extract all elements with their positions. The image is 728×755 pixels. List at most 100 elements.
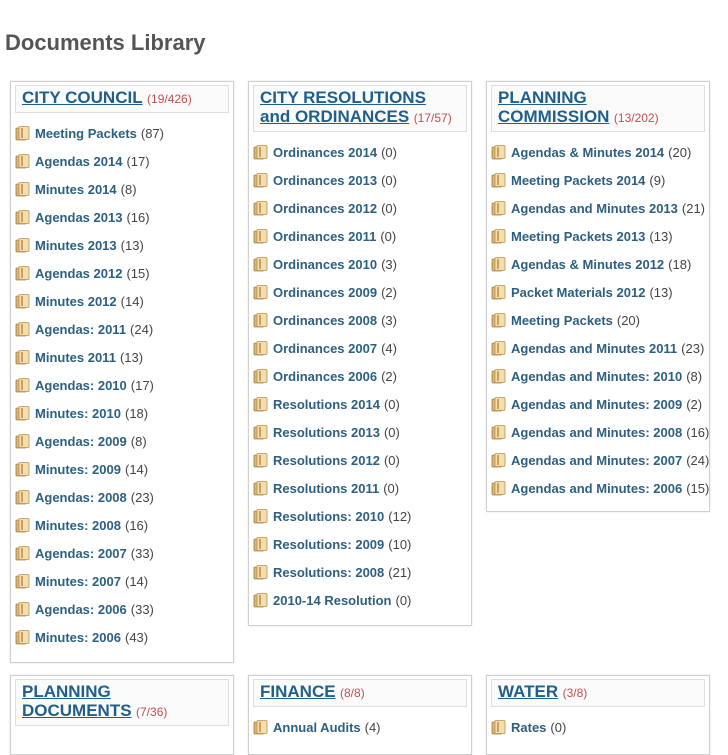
folder-item-link[interactable]: Resolutions: 2009 [273,537,384,552]
folder-item-link[interactable]: Agendas: 2010 [35,378,127,393]
folder-item-link[interactable]: 2010-14 Resolution [273,593,392,608]
folder-item-link[interactable]: Minutes: 2010 [35,406,121,421]
folder-item-link[interactable]: Ordinances 2011 [273,229,376,244]
folder-item-link[interactable]: Agendas and Minutes: 2010 [511,369,682,384]
folder-item-link[interactable]: Agendas: 2007 [35,546,127,561]
folder-item-link[interactable]: Minutes 2014 [35,182,117,197]
folder-item-link[interactable]: Ordinances 2014 [273,145,377,160]
folder-item[interactable]: Agendas and Minutes: 2009 (2) [491,390,705,418]
folder-item[interactable]: Agendas and Minutes: 2008 (16) [491,418,709,446]
panel-title-link[interactable]: PLANNING DOCUMENTS [22,682,132,720]
folder-item[interactable]: Minutes: 2010 (18) [15,399,229,427]
folder-item[interactable]: Rates (0) [491,713,705,741]
folder-item[interactable]: Agendas & Minutes 2012 (18) [491,250,705,278]
folder-item-link[interactable]: Resolutions: 2010 [273,509,384,524]
folder-item[interactable]: Packet Materials 2012 (13) [491,278,705,306]
folder-item-link[interactable]: Rates [511,720,546,735]
folder-item-link[interactable]: Minutes 2011 [35,350,116,365]
panel-title-link[interactable]: FINANCE [260,682,336,701]
folder-item[interactable]: Agendas 2014 (17) [15,147,229,175]
folder-item[interactable]: Agendas and Minutes 2011 (23) [491,334,705,362]
panel-title-link[interactable]: CITY RESOLUTIONS and ORDINANCES [260,88,426,126]
folder-item[interactable]: Minutes: 2008 (16) [15,511,229,539]
folder-item[interactable]: Ordinances 2013 (0) [253,166,467,194]
folder-item-link[interactable]: Agendas and Minutes 2013 [511,201,678,216]
folder-item[interactable]: Ordinances 2006 (2) [253,362,467,390]
folder-item-link[interactable]: Agendas and Minutes: 2008 [511,425,682,440]
folder-item-link[interactable]: Minutes: 2009 [35,462,121,477]
folder-item-link[interactable]: Minutes: 2006 [35,630,121,645]
folder-item-link[interactable]: Meeting Packets [35,126,137,141]
folder-item-link[interactable]: Minutes: 2007 [35,574,121,589]
folder-item[interactable]: 2010-14 Resolution (0) [253,586,467,614]
folder-item[interactable]: Minutes: 2007 (14) [15,567,229,595]
folder-item[interactable]: Agendas and Minutes 2013 (21) [491,194,705,222]
folder-item-link[interactable]: Agendas: 2011 [35,322,126,337]
folder-item-link[interactable]: Resolutions 2013 [273,425,380,440]
folder-item[interactable]: Meeting Packets 2013 (13) [491,222,705,250]
folder-item-link[interactable]: Resolutions: 2008 [273,565,384,580]
folder-item[interactable]: Agendas: 2009 (8) [15,427,229,455]
folder-item-link[interactable]: Agendas and Minutes: 2007 [511,453,682,468]
folder-item-link[interactable]: Ordinances 2007 [273,341,377,356]
folder-item[interactable]: Resolutions: 2010 (12) [253,502,467,530]
folder-item[interactable]: Agendas & Minutes 2014 (20) [491,138,705,166]
folder-item[interactable]: Ordinances 2008 (3) [253,306,467,334]
folder-item-link[interactable]: Agendas 2013 [35,210,122,225]
folder-item[interactable]: Agendas: 2010 (17) [15,371,229,399]
folder-item[interactable]: Agendas and Minutes: 2007 (24) [491,446,709,474]
folder-item-link[interactable]: Resolutions 2011 [273,481,379,496]
folder-item[interactable]: Ordinances 2007 (4) [253,334,467,362]
folder-item[interactable]: Ordinances 2012 (0) [253,194,467,222]
folder-item-link[interactable]: Meeting Packets [511,313,613,328]
folder-item[interactable]: Minutes: 2009 (14) [15,455,229,483]
folder-item-link[interactable]: Agendas and Minutes 2011 [511,341,677,356]
folder-item-link[interactable]: Packet Materials 2012 [511,285,645,300]
panel-title-link[interactable]: CITY COUNCIL [22,88,143,107]
folder-item[interactable]: Agendas: 2007 (33) [15,539,229,567]
folder-item-link[interactable]: Resolutions 2014 [273,397,380,412]
folder-item-link[interactable]: Resolutions 2012 [273,453,380,468]
folder-item-link[interactable]: Ordinances 2010 [273,257,377,272]
folder-item-link[interactable]: Agendas & Minutes 2014 [511,145,664,160]
folder-item[interactable]: Ordinances 2010 (3) [253,250,467,278]
folder-item-link[interactable]: Agendas & Minutes 2012 [511,257,664,272]
folder-item[interactable]: Resolutions 2011 (0) [253,474,467,502]
folder-item-link[interactable]: Agendas: 2009 [35,434,127,449]
folder-item[interactable]: Agendas 2013 (16) [15,203,229,231]
folder-item[interactable]: Resolutions: 2008 (21) [253,558,467,586]
folder-item-link[interactable]: Agendas and Minutes: 2006 [511,481,682,496]
folder-item[interactable]: Resolutions 2013 (0) [253,418,467,446]
folder-item[interactable]: Agendas and Minutes: 2006 (15) [491,474,709,502]
folder-item[interactable]: Minutes 2011 (13) [15,343,229,371]
folder-item-link[interactable]: Ordinances 2009 [273,285,377,300]
folder-item-link[interactable]: Agendas: 2006 [35,602,127,617]
panel-title-link[interactable]: PLANNING COMMISSION [498,88,609,126]
folder-item[interactable]: Minutes: 2006 (43) [15,623,229,651]
folder-item-link[interactable]: Meeting Packets 2014 [511,173,645,188]
folder-item[interactable]: Annual Audits (4) [253,713,467,741]
folder-item-link[interactable]: Agendas 2012 [35,266,122,281]
folder-item-link[interactable]: Ordinances 2008 [273,313,377,328]
folder-item-link[interactable]: Agendas 2014 [35,154,122,169]
folder-item-link[interactable]: Ordinances 2012 [273,201,377,216]
folder-item[interactable]: Ordinances 2009 (2) [253,278,467,306]
folder-item[interactable]: Resolutions: 2009 (10) [253,530,467,558]
folder-item[interactable]: Minutes 2014 (8) [15,175,229,203]
folder-item[interactable]: Minutes 2013 (13) [15,231,229,259]
folder-item[interactable]: Agendas and Minutes: 2010 (8) [491,362,705,390]
folder-item[interactable]: Meeting Packets (20) [491,306,705,334]
folder-item[interactable]: Agendas: 2008 (23) [15,483,229,511]
folder-item-link[interactable]: Minutes: 2008 [35,518,121,533]
folder-item[interactable]: Ordinances 2014 (0) [253,138,467,166]
folder-item[interactable]: Ordinances 2011 (0) [253,222,467,250]
folder-item[interactable]: Meeting Packets (87) [15,119,229,147]
folder-item-link[interactable]: Minutes 2013 [35,238,117,253]
folder-item-link[interactable]: Minutes 2012 [35,294,117,309]
folder-item-link[interactable]: Ordinances 2006 [273,369,377,384]
folder-item[interactable]: Agendas: 2006 (33) [15,595,229,623]
folder-item[interactable]: Meeting Packets 2014 (9) [491,166,705,194]
folder-item-link[interactable]: Annual Audits [273,720,361,735]
folder-item[interactable]: Agendas: 2011 (24) [15,315,229,343]
panel-title-link[interactable]: WATER [498,682,558,701]
